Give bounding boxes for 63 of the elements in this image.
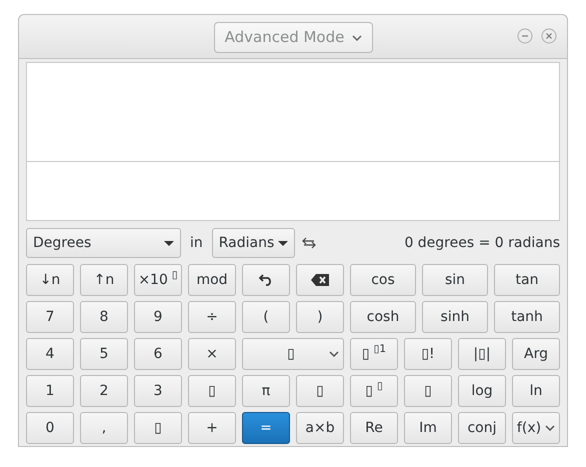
dropdown-arrow-icon [278, 240, 288, 246]
key-button[interactable]: ln [512, 375, 560, 407]
key-button[interactable]: Im [404, 412, 452, 444]
key-button[interactable]: , [80, 412, 128, 444]
conversion-result: 0 degrees = 0 radians [404, 234, 560, 252]
key-button[interactable]: 6 [134, 338, 182, 370]
key-button[interactable]: sin [422, 264, 488, 296]
key-button[interactable]: a×b [296, 412, 344, 444]
key-button[interactable]: ▯ [296, 375, 344, 407]
key-button[interactable]: ▯! [404, 338, 452, 370]
key-button[interactable]: tanh [494, 301, 560, 333]
chevron-icon [352, 34, 362, 40]
key-button[interactable]: cos [350, 264, 416, 296]
unit-dropdown[interactable]: Radians [212, 228, 295, 258]
key-button[interactable]: Re [350, 412, 398, 444]
dropdown-label: ▯ [286, 344, 295, 364]
key-button[interactable]: 1 [26, 375, 74, 407]
minimize-icon[interactable] [517, 28, 533, 44]
key-button[interactable]: 0 [26, 412, 74, 444]
key-button[interactable]: 3 [134, 375, 182, 407]
key-button[interactable]: 5 [80, 338, 128, 370]
close-icon[interactable] [541, 28, 557, 44]
key-button[interactable]: sinh [422, 301, 488, 333]
key-button[interactable]: log [458, 375, 506, 407]
key-button[interactable]: conj [458, 412, 506, 444]
chevron-icon [329, 351, 339, 357]
key-button[interactable]: ▯$^{▯}$ [350, 375, 398, 407]
undo-icon [259, 274, 273, 286]
key-button[interactable]: cosh [350, 301, 416, 333]
key-button[interactable]: 9 [134, 301, 182, 333]
key-button[interactable]: ) [296, 301, 344, 333]
dropdown-arrow-icon [164, 240, 174, 246]
key-button[interactable]: ▯ [134, 412, 182, 444]
key-button[interactable]: ▯ [188, 375, 236, 407]
chevron-icon [545, 425, 556, 431]
key-button[interactable]: 8 [80, 301, 128, 333]
equals-button[interactable]: = [242, 412, 290, 444]
backspace-button[interactable] [296, 264, 344, 296]
key-button[interactable]: π [242, 375, 290, 407]
unit-dropdown[interactable]: Degrees [26, 228, 181, 258]
key-button[interactable]: ▯$^{▯1}$ [350, 338, 398, 370]
key-button[interactable]: 7 [26, 301, 74, 333]
key-button[interactable]: 2 [80, 375, 128, 407]
function-dropdown[interactable]: f(x) [512, 412, 560, 444]
key-button[interactable]: ▯ [404, 375, 452, 407]
key-button[interactable]: |▯| [458, 338, 506, 370]
key-button[interactable]: ↑n [80, 264, 128, 296]
swap-icon[interactable] [302, 237, 316, 249]
key-button[interactable]: ×10$^{▯}$ [134, 264, 182, 296]
undo-button[interactable] [242, 264, 290, 296]
backspace-icon [311, 274, 329, 286]
key-button[interactable]: ÷ [188, 301, 236, 333]
key-button[interactable]: ↓n [26, 264, 74, 296]
key-button[interactable]: 4 [26, 338, 74, 370]
dropdown-label: f(x) [516, 418, 542, 438]
key-button[interactable]: + [188, 412, 236, 444]
key-button[interactable]: × [188, 338, 236, 370]
key-button[interactable]: mod [188, 264, 236, 296]
key-button[interactable]: Arg [512, 338, 560, 370]
in-label: in [190, 234, 203, 252]
key-button[interactable]: ( [242, 301, 290, 333]
key-button[interactable]: tan [494, 264, 560, 296]
function-dropdown[interactable]: ▯ [242, 338, 344, 370]
